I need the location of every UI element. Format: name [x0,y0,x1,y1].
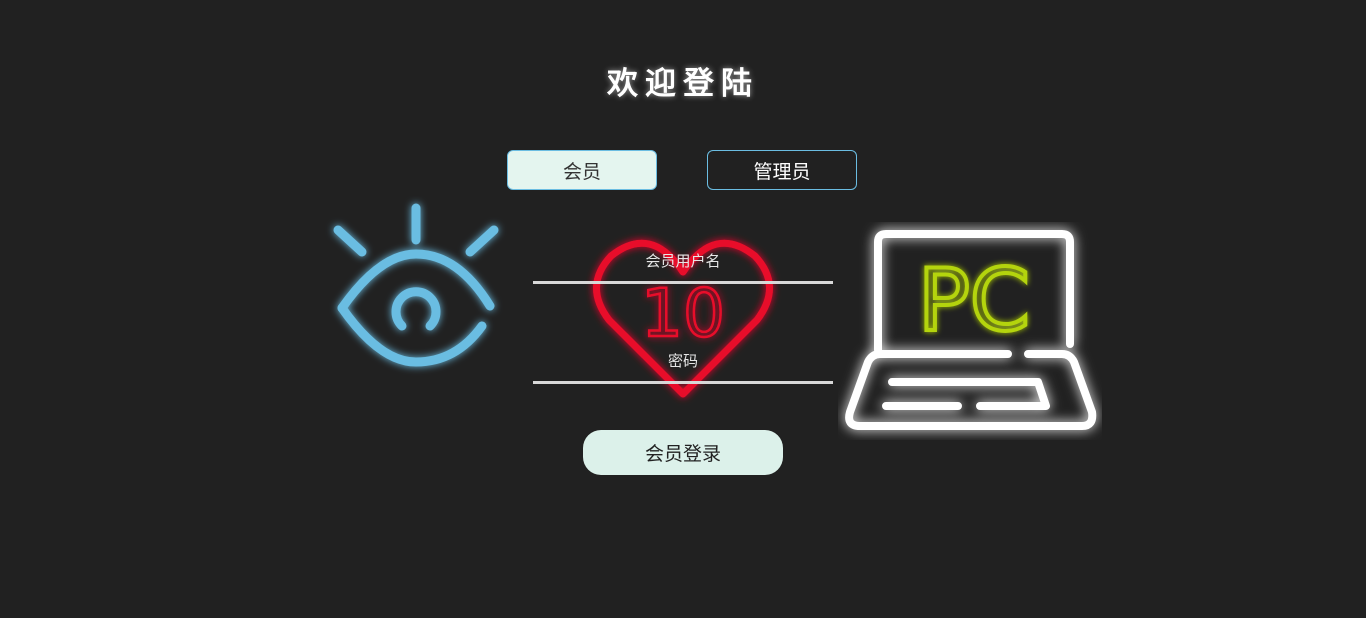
page-title: 欢迎登陆 [607,66,759,102]
member-login-button[interactable]: 会员登录 [583,430,783,475]
heart-number: 10 [641,275,725,352]
eye-icon [333,203,499,367]
tab-member[interactable]: 会员 [507,150,657,190]
laptop-text: PC [918,251,1030,351]
member-login-label: 会员登录 [644,443,721,465]
password-input[interactable] [533,358,833,384]
login-page: 欢迎登陆 会员 管理员 10 PC 会员用户名 密码 会员登录 [0,0,1366,618]
tab-admin[interactable]: 管理员 [707,150,857,190]
tab-member-label: 会员 [562,160,601,183]
username-input[interactable] [533,258,833,284]
laptop-icon: PC [845,230,1097,430]
tab-admin-label: 管理员 [753,160,811,183]
